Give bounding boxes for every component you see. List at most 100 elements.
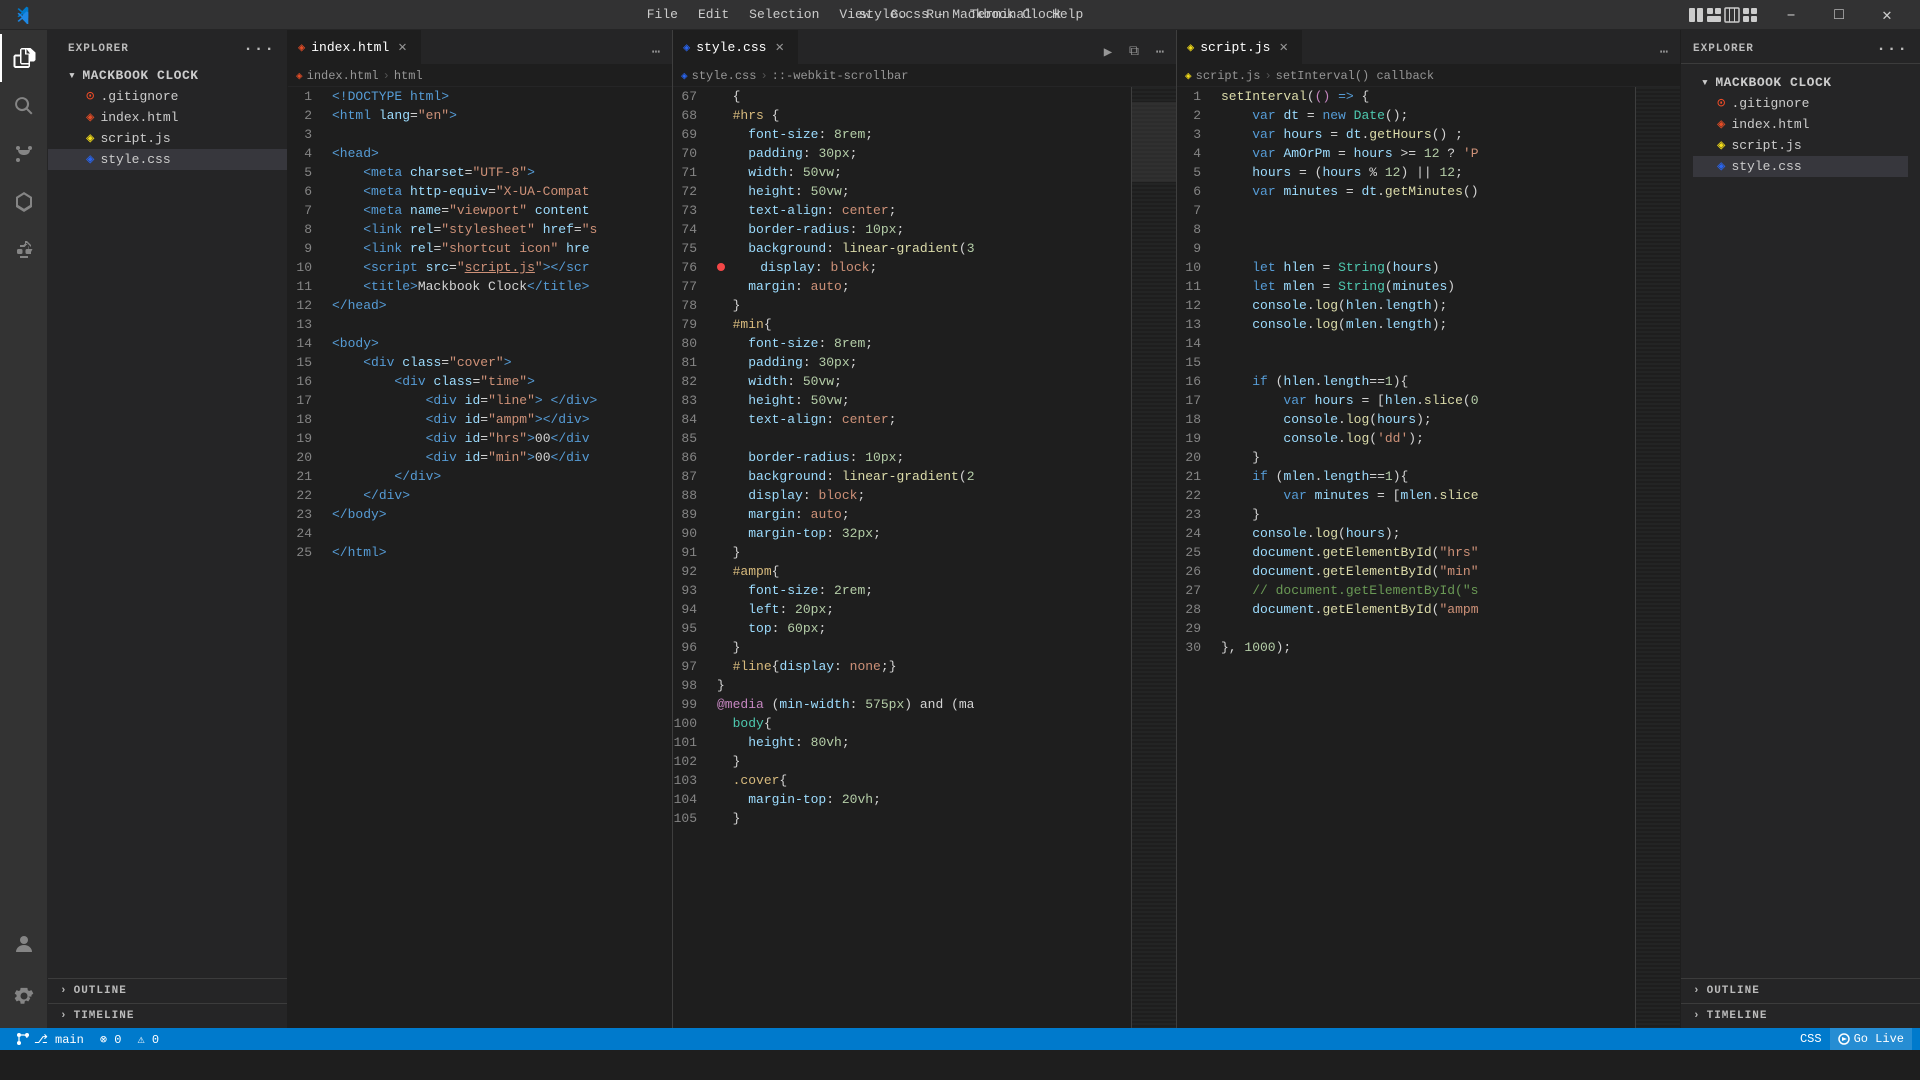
vscode-icon	[10, 3, 34, 27]
table-row: 12 console.log(hlen.length);	[1177, 296, 1635, 315]
right-item-index-html[interactable]: ◈ index.html	[1693, 114, 1908, 135]
right-code-content[interactable]: 1setInterval(() => {2 var dt = new Date(…	[1177, 87, 1635, 1028]
outline-header[interactable]: OUTLINE	[48, 979, 287, 1003]
left-tab-icon: ◈	[298, 40, 305, 55]
right-sidebar-dots[interactable]: ···	[1876, 40, 1908, 58]
status-warnings[interactable]: ⚠ 0	[129, 1028, 167, 1050]
status-bar: ⎇ main ⊗ 0 ⚠ 0 CSS Go Live	[0, 1028, 1920, 1050]
right-item-gitignore[interactable]: ⊙ .gitignore	[1693, 93, 1908, 114]
line-content: document.getElementById("hrs"	[1217, 543, 1635, 562]
left-tab-label: index.html	[311, 40, 389, 55]
right-timeline-chevron	[1693, 1010, 1701, 1022]
left-code-content[interactable]: 1<!DOCTYPE html>2<html lang="en">34<head…	[288, 87, 672, 1028]
line-content: body{	[713, 714, 1131, 733]
table-row: 29	[1177, 619, 1635, 638]
activity-bar-bottom	[0, 920, 48, 1020]
file-name-script-js: script.js	[100, 131, 170, 146]
mid-code-content[interactable]: 67 {68 #hrs {69 font-size: 8rem;70 paddi…	[673, 87, 1131, 1028]
menu-edit[interactable]: Edit	[688, 3, 739, 26]
right-more-btn[interactable]: ⋯	[1652, 40, 1676, 64]
maximize-button[interactable]: □	[1816, 0, 1862, 30]
table-row: 8 <link rel="stylesheet" href="s	[288, 220, 672, 239]
right-pane: ◈ script.js ✕ ⋯ ◈ script.js › setInterva…	[1177, 30, 1680, 1028]
line-number: 9	[288, 239, 328, 258]
line-content: margin: auto;	[713, 505, 1131, 524]
line-number: 20	[288, 448, 328, 467]
mid-bc-section: ::-webkit-scrollbar	[772, 69, 909, 83]
activity-explorer[interactable]	[0, 34, 48, 82]
activity-account[interactable]	[0, 920, 48, 968]
activity-extensions[interactable]	[0, 226, 48, 274]
table-row: 72 height: 50vw;	[673, 182, 1131, 201]
line-content: var dt = new Date();	[1217, 106, 1635, 125]
mid-more-btn[interactable]: ⋯	[1148, 40, 1172, 64]
table-row: 27 // document.getElementById("s	[1177, 581, 1635, 600]
table-row: 89 margin: auto;	[673, 505, 1131, 524]
status-errors[interactable]: ⊗ 0	[92, 1028, 130, 1050]
line-content: width: 50vw;	[713, 372, 1131, 391]
mid-pane-tab-style-css[interactable]: ◈ style.css ✕	[673, 30, 798, 64]
right-timeline-header[interactable]: TIMELINE	[1681, 1004, 1920, 1028]
activity-settings[interactable]	[0, 972, 48, 1020]
table-row: 15 <div class="cover">	[288, 353, 672, 372]
right-outline-chevron	[1693, 985, 1701, 997]
right-outline-header[interactable]: OUTLINE	[1681, 979, 1920, 1003]
line-number: 22	[1177, 486, 1217, 505]
mid-tab-close[interactable]: ✕	[772, 38, 786, 57]
timeline-chevron	[60, 1010, 68, 1022]
line-number: 97	[673, 657, 713, 676]
line-number: 12	[288, 296, 328, 315]
right-pane-tab-script-js[interactable]: ◈ script.js ✕	[1177, 30, 1302, 64]
table-row: 20 <div id="min">00</div	[288, 448, 672, 467]
mid-tab-label: style.css	[696, 40, 766, 55]
close-button[interactable]: ✕	[1864, 0, 1910, 30]
line-content: }	[713, 543, 1131, 562]
mid-run-btn[interactable]: ▶	[1096, 40, 1120, 64]
right-bc-icon: ◈	[1185, 69, 1192, 83]
line-content: <div id="hrs">00</div	[328, 429, 672, 448]
sidebar-header: EXPLORER ···	[48, 30, 287, 63]
table-row: 95 top: 60px;	[673, 619, 1131, 638]
line-number: 19	[288, 429, 328, 448]
left-tab-close[interactable]: ✕	[395, 38, 409, 57]
mid-split-btn[interactable]: ⧉	[1122, 40, 1146, 64]
table-row: 19 console.log('dd');	[1177, 429, 1635, 448]
layout-icon-4	[1742, 7, 1758, 23]
activity-search[interactable]	[0, 82, 48, 130]
explorer-item-index-html[interactable]: ◈ index.html	[48, 107, 287, 128]
sidebar-dots[interactable]: ···	[243, 40, 275, 58]
status-git[interactable]: ⎇ main	[8, 1028, 92, 1050]
status-lang[interactable]: CSS	[1792, 1028, 1830, 1050]
left-pane-tab-index-html[interactable]: ◈ index.html ✕	[288, 30, 421, 64]
table-row: 99@media (min-width: 575px) and (ma	[673, 695, 1131, 714]
line-number: 89	[673, 505, 713, 524]
activity-git[interactable]	[0, 130, 48, 178]
left-bc-icon: ◈	[296, 69, 303, 83]
line-content: hours = (hours % 12) || 12;	[1217, 163, 1635, 182]
right-tab-close[interactable]: ✕	[1276, 38, 1290, 57]
menu-selection[interactable]: Selection	[739, 3, 829, 26]
table-row: 1<!DOCTYPE html>	[288, 87, 672, 106]
menu-file[interactable]: File	[637, 3, 688, 26]
status-live-server[interactable]: Go Live	[1830, 1028, 1912, 1050]
explorer-item-style-css[interactable]: ◈ style.css	[48, 149, 287, 170]
right-item-style-css[interactable]: ◈ style.css	[1693, 156, 1908, 177]
line-number: 26	[1177, 562, 1217, 581]
explorer-item-gitignore[interactable]: ⊙ .gitignore	[48, 86, 287, 107]
left-split-btn[interactable]: ⋯	[644, 40, 668, 64]
right-folder-title[interactable]: ▾ MACKBOOK CLOCK	[1693, 72, 1908, 93]
explorer-folder-title[interactable]: ▾ MACKBOOK CLOCK	[48, 65, 287, 86]
line-number: 78	[673, 296, 713, 315]
table-row: 82 width: 50vw;	[673, 372, 1131, 391]
timeline-header[interactable]: TIMELINE	[48, 1004, 287, 1028]
minimize-button[interactable]: –	[1768, 0, 1814, 30]
folder-chevron: ▾	[68, 68, 76, 83]
table-row: 7 <meta name="viewport" content	[288, 201, 672, 220]
right-minimap	[1635, 87, 1680, 1028]
activity-debug[interactable]	[0, 178, 48, 226]
right-item-script-js[interactable]: ◈ script.js	[1693, 135, 1908, 156]
explorer-item-script-js[interactable]: ◈ script.js	[48, 128, 287, 149]
table-row: 87 background: linear-gradient(2	[673, 467, 1131, 486]
line-number: 21	[288, 467, 328, 486]
line-content: #ampm{	[713, 562, 1131, 581]
